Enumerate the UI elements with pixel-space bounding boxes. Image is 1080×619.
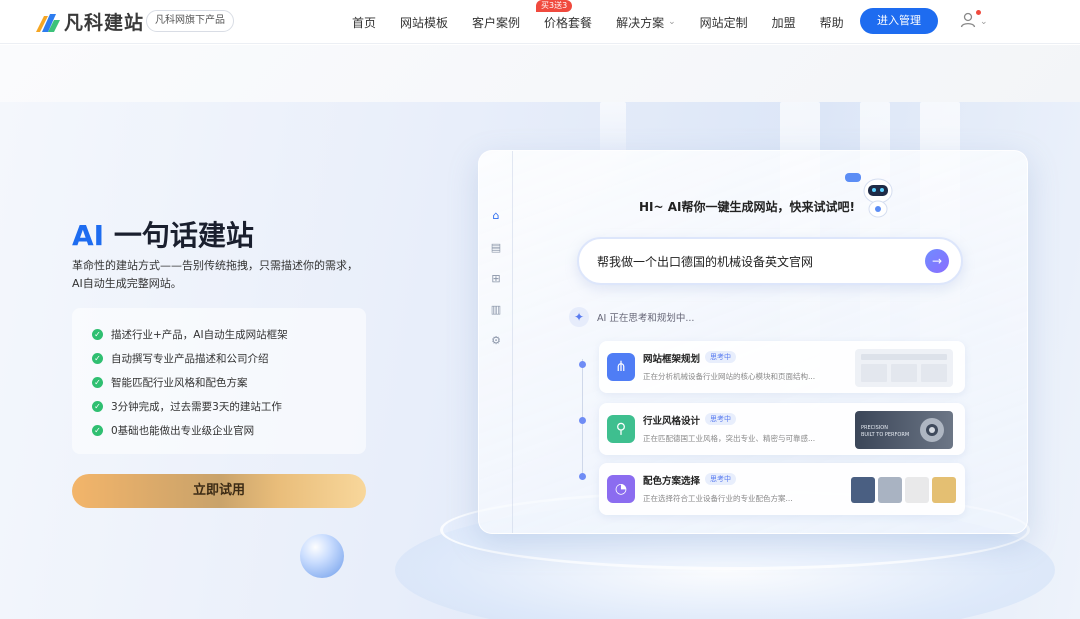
step-subtitle: 正在匹配德国工业风格，突出专业、精密与可靠感... [643,434,816,443]
nav-pricing[interactable]: 买3送3 价格套餐 [536,0,592,31]
thumbnail-caption: PRECISION BUILT TO PERFORM [861,425,910,438]
feature-item: ✓ 自动撰写专业产品描述和公司介绍 [92,346,366,370]
step-status-badge: 思考中 [705,413,736,425]
top-band [0,45,1080,102]
check-icon: ✓ [92,328,103,340]
check-icon: ✓ [92,400,103,412]
style-icon: ⚲ [607,415,635,443]
grid-icon: ⊞ [491,272,501,285]
color-swatch [932,477,956,503]
hero-section: AI 一句话建站 革命性的建站方式——告别传统拖拽，只需描述你的需求， AI自动… [0,102,1080,619]
feature-item: ✓ 3分钟完成，过去需要3天的建站工作 [92,394,366,418]
feature-list: ✓ 描述行业+产品，AI自动生成网站框架 ✓ 自动撰写专业产品描述和公司介绍 ✓ 智能… [72,308,366,454]
ai-demo-panel: ⌂ ▤ ⊞ ▥ ⚙ HI~ AI帮你一键生成网站，快来试试吧! 帮我做一个出口德… [478,150,1028,534]
prompt-text: 帮我做一个出口德国的机械设备英文官网 [597,254,814,269]
feature-item: ✓ 描述行业+产品，AI自动生成网站框架 [92,322,366,346]
palette-icon: ◔ [607,475,635,503]
thinking-status: ✦ AI 正在思考和规划中... [569,307,694,327]
framework-icon: ⋔ [607,353,635,381]
robot-icon [845,173,897,219]
color-swatch [905,477,929,503]
nav-home[interactable]: 首页 [352,14,376,31]
step-title: 行业风格设计 [643,416,701,427]
feature-item: ✓ 智能匹配行业风格和配色方案 [92,370,366,394]
check-icon: ✓ [92,352,103,364]
decorative-sphere [300,534,344,578]
nav-solutions[interactable]: 解决方案 ⌄ [616,14,676,31]
chevron-down-icon: ⌄ [980,17,988,27]
step-card-palette: ◔ 配色方案选择 思考中 正在选择符合工业设备行业的专业配色方案... [599,463,965,515]
main-nav: 首页 网站模板 客户案例 买3送3 价格套餐 解决方案 ⌄ 网站定制 加盟 帮助 [340,0,856,44]
check-icon: ✓ [92,424,103,436]
nav-templates[interactable]: 网站模板 [400,14,448,31]
chevron-down-icon: ⌄ [668,17,676,27]
logo-icon [34,10,60,34]
document-icon: ▤ [490,241,502,254]
enter-management-button[interactable]: 进入管理 [860,8,938,34]
step-status-badge: 思考中 [705,473,736,485]
logo-text: 凡科建站 [64,12,145,34]
promo-badge: 买3送3 [536,0,573,12]
nav-custom[interactable]: 网站定制 [700,14,748,31]
step-title: 网站框架规划 [643,354,701,365]
home-icon: ⌂ [492,209,500,222]
step-status-badge: 思考中 [705,351,736,363]
demo-greeting: HI~ AI帮你一键生成网站，快来试试吧! [639,200,855,214]
step-subtitle: 正在分析机械设备行业网站的核心模块和页面结构... [643,372,816,381]
hero-title: AI 一句话建站 [72,219,254,252]
style-thumbnail: PRECISION BUILT TO PERFORM [855,411,953,449]
nav-help[interactable]: 帮助 [820,14,844,31]
step-card-style: ⚲ 行业风格设计 思考中 正在匹配德国工业风格，突出专业、精密与可靠感... P… [599,403,965,455]
color-swatch [851,477,875,503]
feature-item: ✓ 0基础也能做出专业级企业官网 [92,418,366,442]
sparkle-icon: ✦ [569,307,589,327]
user-menu[interactable]: ⌄ [960,10,988,32]
logo[interactable]: 凡科建站 [34,8,144,35]
timeline-dot [579,473,586,480]
step-title: 配色方案选择 [643,476,701,487]
logo-tagline: 凡科网旗下产品 [146,10,234,32]
timeline-dot [579,361,586,368]
notification-dot [976,10,981,15]
step-subtitle: 正在选择符合工业设备行业的专业配色方案... [643,494,793,503]
send-arrow-icon[interactable]: → [925,249,949,273]
step-card-framework: ⋔ 网站框架规划 思考中 正在分析机械设备行业网站的核心模块和页面结构... [599,341,965,393]
check-icon: ✓ [92,376,103,388]
gear-icon: ⚙ [491,334,501,347]
nav-cases[interactable]: 客户案例 [472,14,520,31]
framework-thumbnail [855,349,953,387]
top-header: 凡科建站 凡科网旗下产品 首页 网站模板 客户案例 买3送3 价格套餐 解决方案… [0,0,1080,44]
color-swatch [878,477,902,503]
timeline-dot [579,417,586,424]
demo-sidebar: ⌂ ▤ ⊞ ▥ ⚙ [479,151,513,533]
try-now-button[interactable]: 立即试用 [72,474,366,508]
user-icon [960,12,976,32]
chart-icon: ▥ [490,303,502,316]
hero-description: 革命性的建站方式——告别传统拖拽，只需描述你的需求， AI自动生成完整网站。 [72,259,358,290]
nav-franchise[interactable]: 加盟 [772,14,796,31]
prompt-input[interactable]: 帮我做一个出口德国的机械设备英文官网 → [577,237,963,285]
